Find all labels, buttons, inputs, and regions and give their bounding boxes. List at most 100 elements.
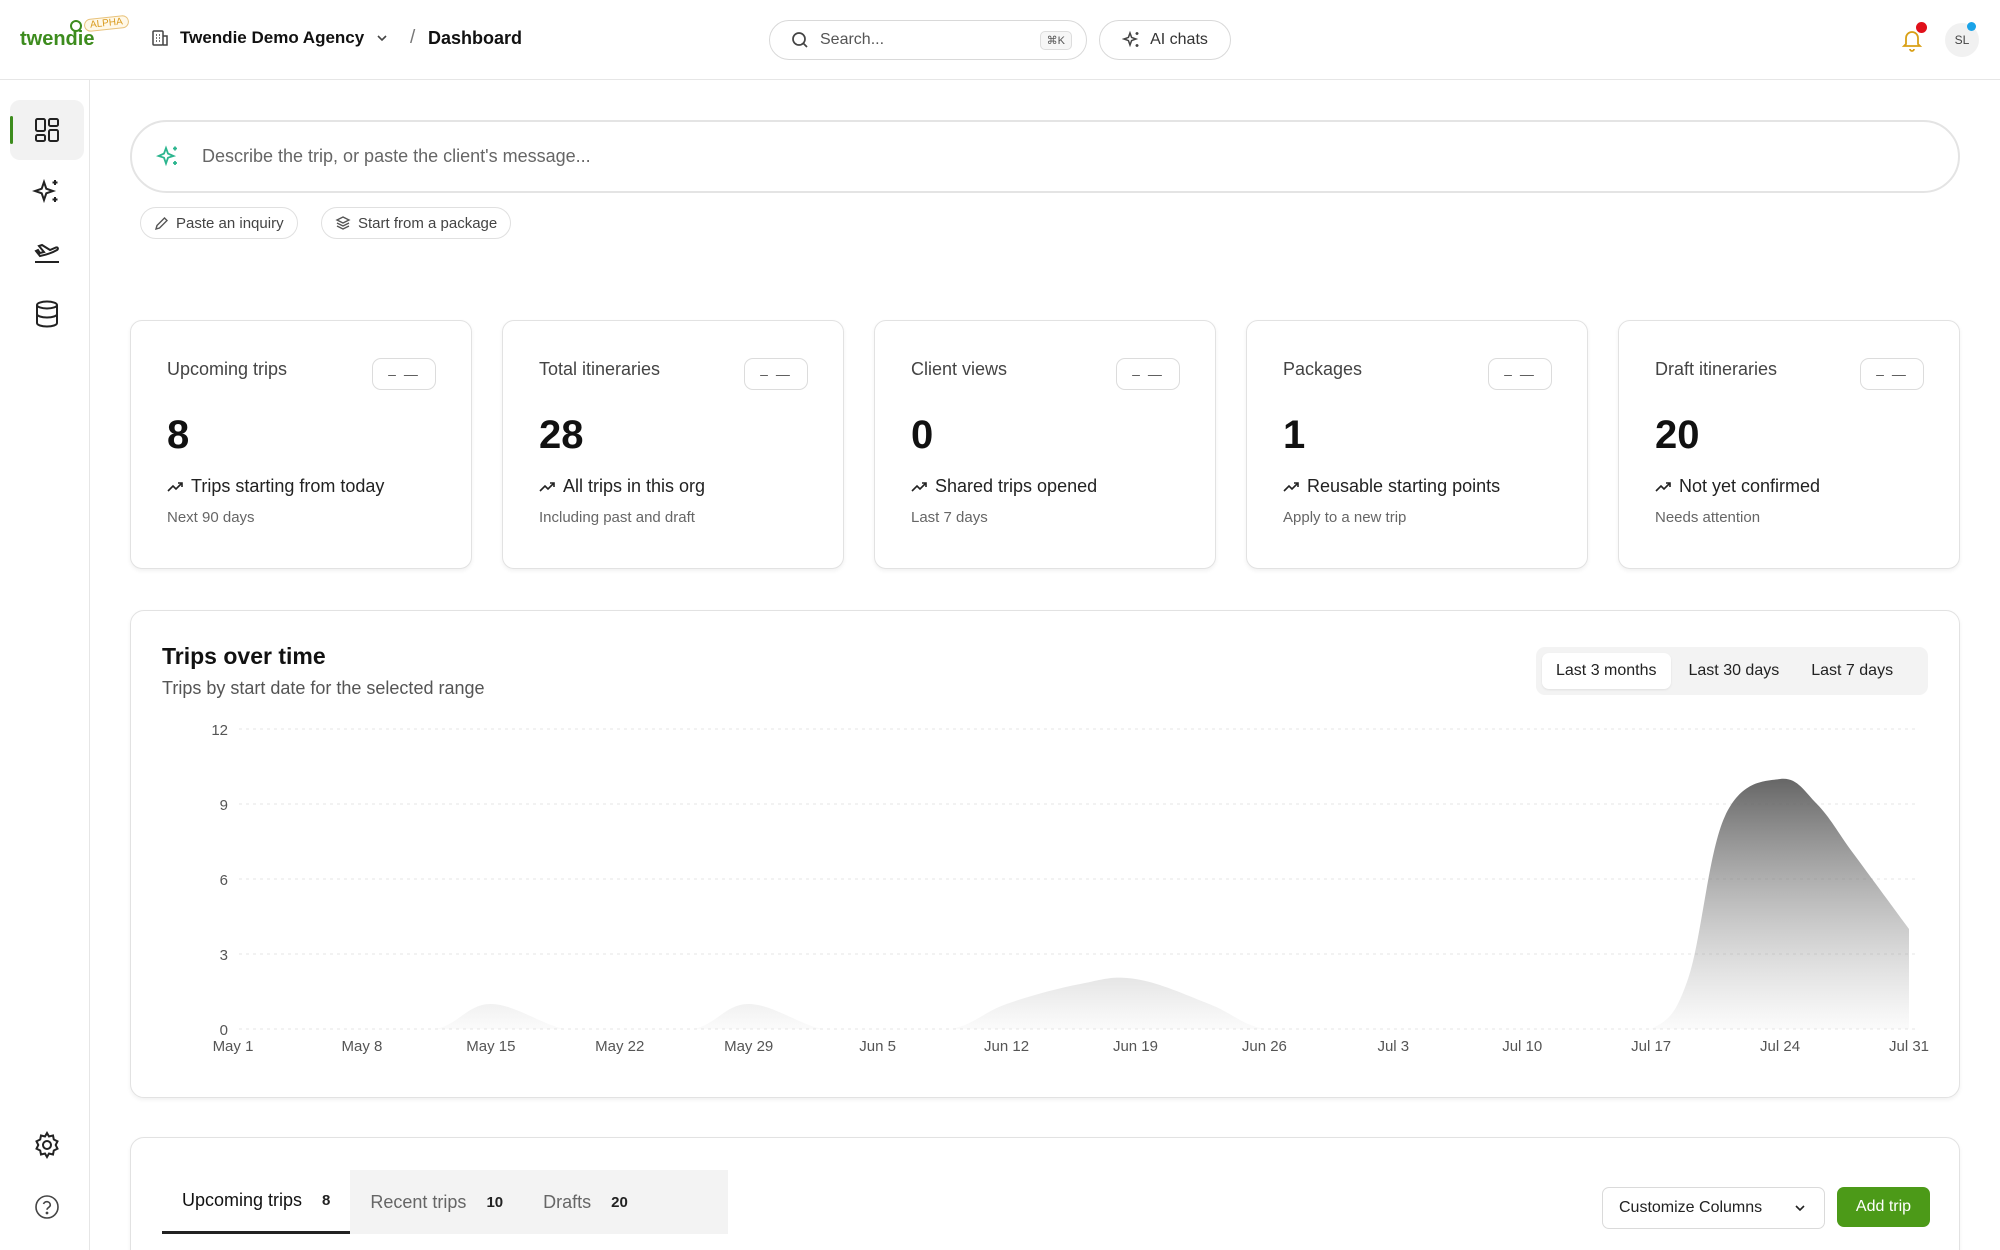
range-last-7-days[interactable]: Last 7 days <box>1797 653 1907 689</box>
sidebar-item-settings[interactable] <box>10 1115 84 1175</box>
tab-label: Upcoming trips <box>182 1190 303 1210</box>
trips-tabs: Upcoming trips 8 Recent trips 10 Drafts … <box>162 1170 728 1234</box>
stat-trend-label: All trips in this org <box>563 476 706 496</box>
y-tick-label: 12 <box>211 722 228 739</box>
stat-subtext: Last 7 days <box>911 509 988 526</box>
add-trip-button[interactable]: Add trip <box>1837 1187 1930 1227</box>
trip-prompt-bar[interactable] <box>130 120 1960 193</box>
stat-subtext: Including past and draft <box>539 509 695 526</box>
ai-chats-label: AI chats <box>1150 31 1208 48</box>
stat-trend-label: Trips starting from today <box>191 476 385 496</box>
x-tick-label: Jul 31 <box>1889 1038 1929 1055</box>
range-selector: Last 3 months Last 30 days Last 7 days <box>1536 647 1928 695</box>
ai-chats-button[interactable]: AI chats <box>1099 20 1231 60</box>
stat-change-pill: – — <box>744 358 808 390</box>
trending-up-icon <box>1283 481 1299 492</box>
stat-value: 20 <box>1655 413 1700 457</box>
layers-icon <box>335 216 351 230</box>
pencil-icon <box>154 216 168 230</box>
y-tick-label: 9 <box>220 797 228 814</box>
stat-change-pill: – — <box>1116 358 1180 390</box>
search-shortcut: ⌘K <box>1039 30 1072 50</box>
sidebar-item-trips[interactable] <box>10 223 84 283</box>
sidebar-item-help[interactable] <box>10 1177 84 1237</box>
x-tick-label: May 22 <box>595 1038 644 1055</box>
stat-trend: All trips in this org <box>539 476 705 497</box>
paste-inquiry-chip[interactable]: Paste an inquiry <box>140 207 298 239</box>
tab-drafts[interactable]: Drafts 20 <box>523 1170 648 1234</box>
building-icon <box>152 30 168 46</box>
chevron-down-icon <box>1795 1205 1805 1212</box>
stat-card-itineraries[interactable]: Total itineraries – — 28 All trips in th… <box>502 320 844 569</box>
stat-trend-label: Shared trips opened <box>935 476 1098 496</box>
location-pin-icon <box>70 20 82 32</box>
app-logo[interactable]: twendie <box>20 28 94 51</box>
stat-card-upcoming[interactable]: Upcoming trips – — 8 Trips starting from… <box>130 320 472 569</box>
y-tick-label: 6 <box>220 872 228 889</box>
y-tick-label: 3 <box>220 947 228 964</box>
plane-departure-icon <box>34 243 59 263</box>
stat-title: Client views <box>911 359 1008 379</box>
org-switcher[interactable]: Twendie Demo Agency <box>150 28 390 48</box>
tab-count: 8 <box>322 1192 331 1209</box>
stat-trend: Shared trips opened <box>911 476 1097 497</box>
start-from-package-chip[interactable]: Start from a package <box>321 207 512 239</box>
stat-title: Total itineraries <box>539 359 661 379</box>
database-icon <box>36 300 58 328</box>
stat-value: 8 <box>167 413 190 457</box>
stat-card-client-views[interactable]: Client views – — 0 Shared trips opened L… <box>874 320 1216 569</box>
tab-count: 20 <box>611 1193 628 1211</box>
x-tick-label: May 8 <box>341 1038 382 1055</box>
chevron-down-icon <box>377 35 387 42</box>
x-tick-label: May 29 <box>724 1038 773 1055</box>
x-tick-label: Jun 19 <box>1113 1038 1158 1055</box>
chip-label: Paste an inquiry <box>176 214 284 232</box>
stat-title: Packages <box>1283 359 1363 379</box>
gear-icon <box>35 1130 59 1160</box>
trip-prompt-input[interactable] <box>202 146 1958 167</box>
x-tick-label: Jul 17 <box>1631 1038 1671 1055</box>
tab-upcoming-trips[interactable]: Upcoming trips 8 <box>162 1170 351 1234</box>
notification-dot <box>1916 22 1927 33</box>
stat-card-drafts[interactable]: Draft itineraries – — 20 Not yet confirm… <box>1618 320 1960 569</box>
tab-count: 10 <box>486 1193 504 1211</box>
chart-subtitle: Trips by start date for the selected ran… <box>162 678 485 698</box>
sidebar-item-dashboard[interactable] <box>10 100 84 160</box>
stat-subtext: Needs attention <box>1655 509 1761 526</box>
trips-over-time-card: 0 3 6 9 12 May 1 May 8 May 15 May 22 May 29 Jun 5 J… <box>130 610 1960 1098</box>
breadcrumb-current: Dashboard <box>428 28 523 48</box>
stat-card-packages[interactable]: Packages – — 1 Reusable starting points … <box>1246 320 1588 569</box>
alpha-badge: ALPHA <box>83 14 130 33</box>
x-tick-label: Jun 26 <box>1242 1038 1287 1055</box>
trending-up-icon <box>1655 481 1671 492</box>
trips-table-card: Upcoming trips 8 Recent trips 10 Drafts … <box>130 1137 1960 1250</box>
chip-label: Start from a package <box>358 214 498 232</box>
stat-subtext: Next 90 days <box>167 509 255 526</box>
customize-columns-button[interactable]: Customize Columns <box>1602 1187 1825 1229</box>
sparkles-icon <box>156 144 177 166</box>
x-tick-label: May 15 <box>466 1038 515 1055</box>
chart-title: Trips over time <box>162 643 326 669</box>
stat-change-pill: – — <box>1488 358 1552 390</box>
help-circle-icon <box>35 1195 59 1219</box>
presence-dot <box>1967 22 1976 31</box>
breadcrumb-separator: / <box>410 27 416 48</box>
range-last-3-months[interactable]: Last 3 months <box>1542 653 1671 689</box>
x-tick-label: Jul 24 <box>1760 1038 1800 1055</box>
sidebar-item-data[interactable] <box>10 284 84 344</box>
stat-trend-label: Reusable starting points <box>1307 476 1501 496</box>
x-tick-label: Jun 5 <box>859 1038 896 1055</box>
stat-value: 0 <box>911 413 934 457</box>
sidebar-item-ai[interactable] <box>10 162 84 222</box>
range-last-30-days[interactable]: Last 30 days <box>1675 653 1794 689</box>
stat-value: 1 <box>1283 413 1306 457</box>
tab-label: Drafts <box>543 1191 592 1212</box>
stat-title: Draft itineraries <box>1655 359 1778 379</box>
tab-recent-trips[interactable]: Recent trips 10 <box>350 1170 523 1234</box>
x-tick-label: Jun 12 <box>984 1038 1029 1055</box>
x-tick-label: Jul 3 <box>1377 1038 1409 1055</box>
sparkles-icon <box>1122 30 1139 48</box>
dashboard-grid-icon <box>35 118 59 142</box>
trending-up-icon <box>539 481 555 492</box>
search-box[interactable]: Search... ⌘K <box>769 20 1087 60</box>
